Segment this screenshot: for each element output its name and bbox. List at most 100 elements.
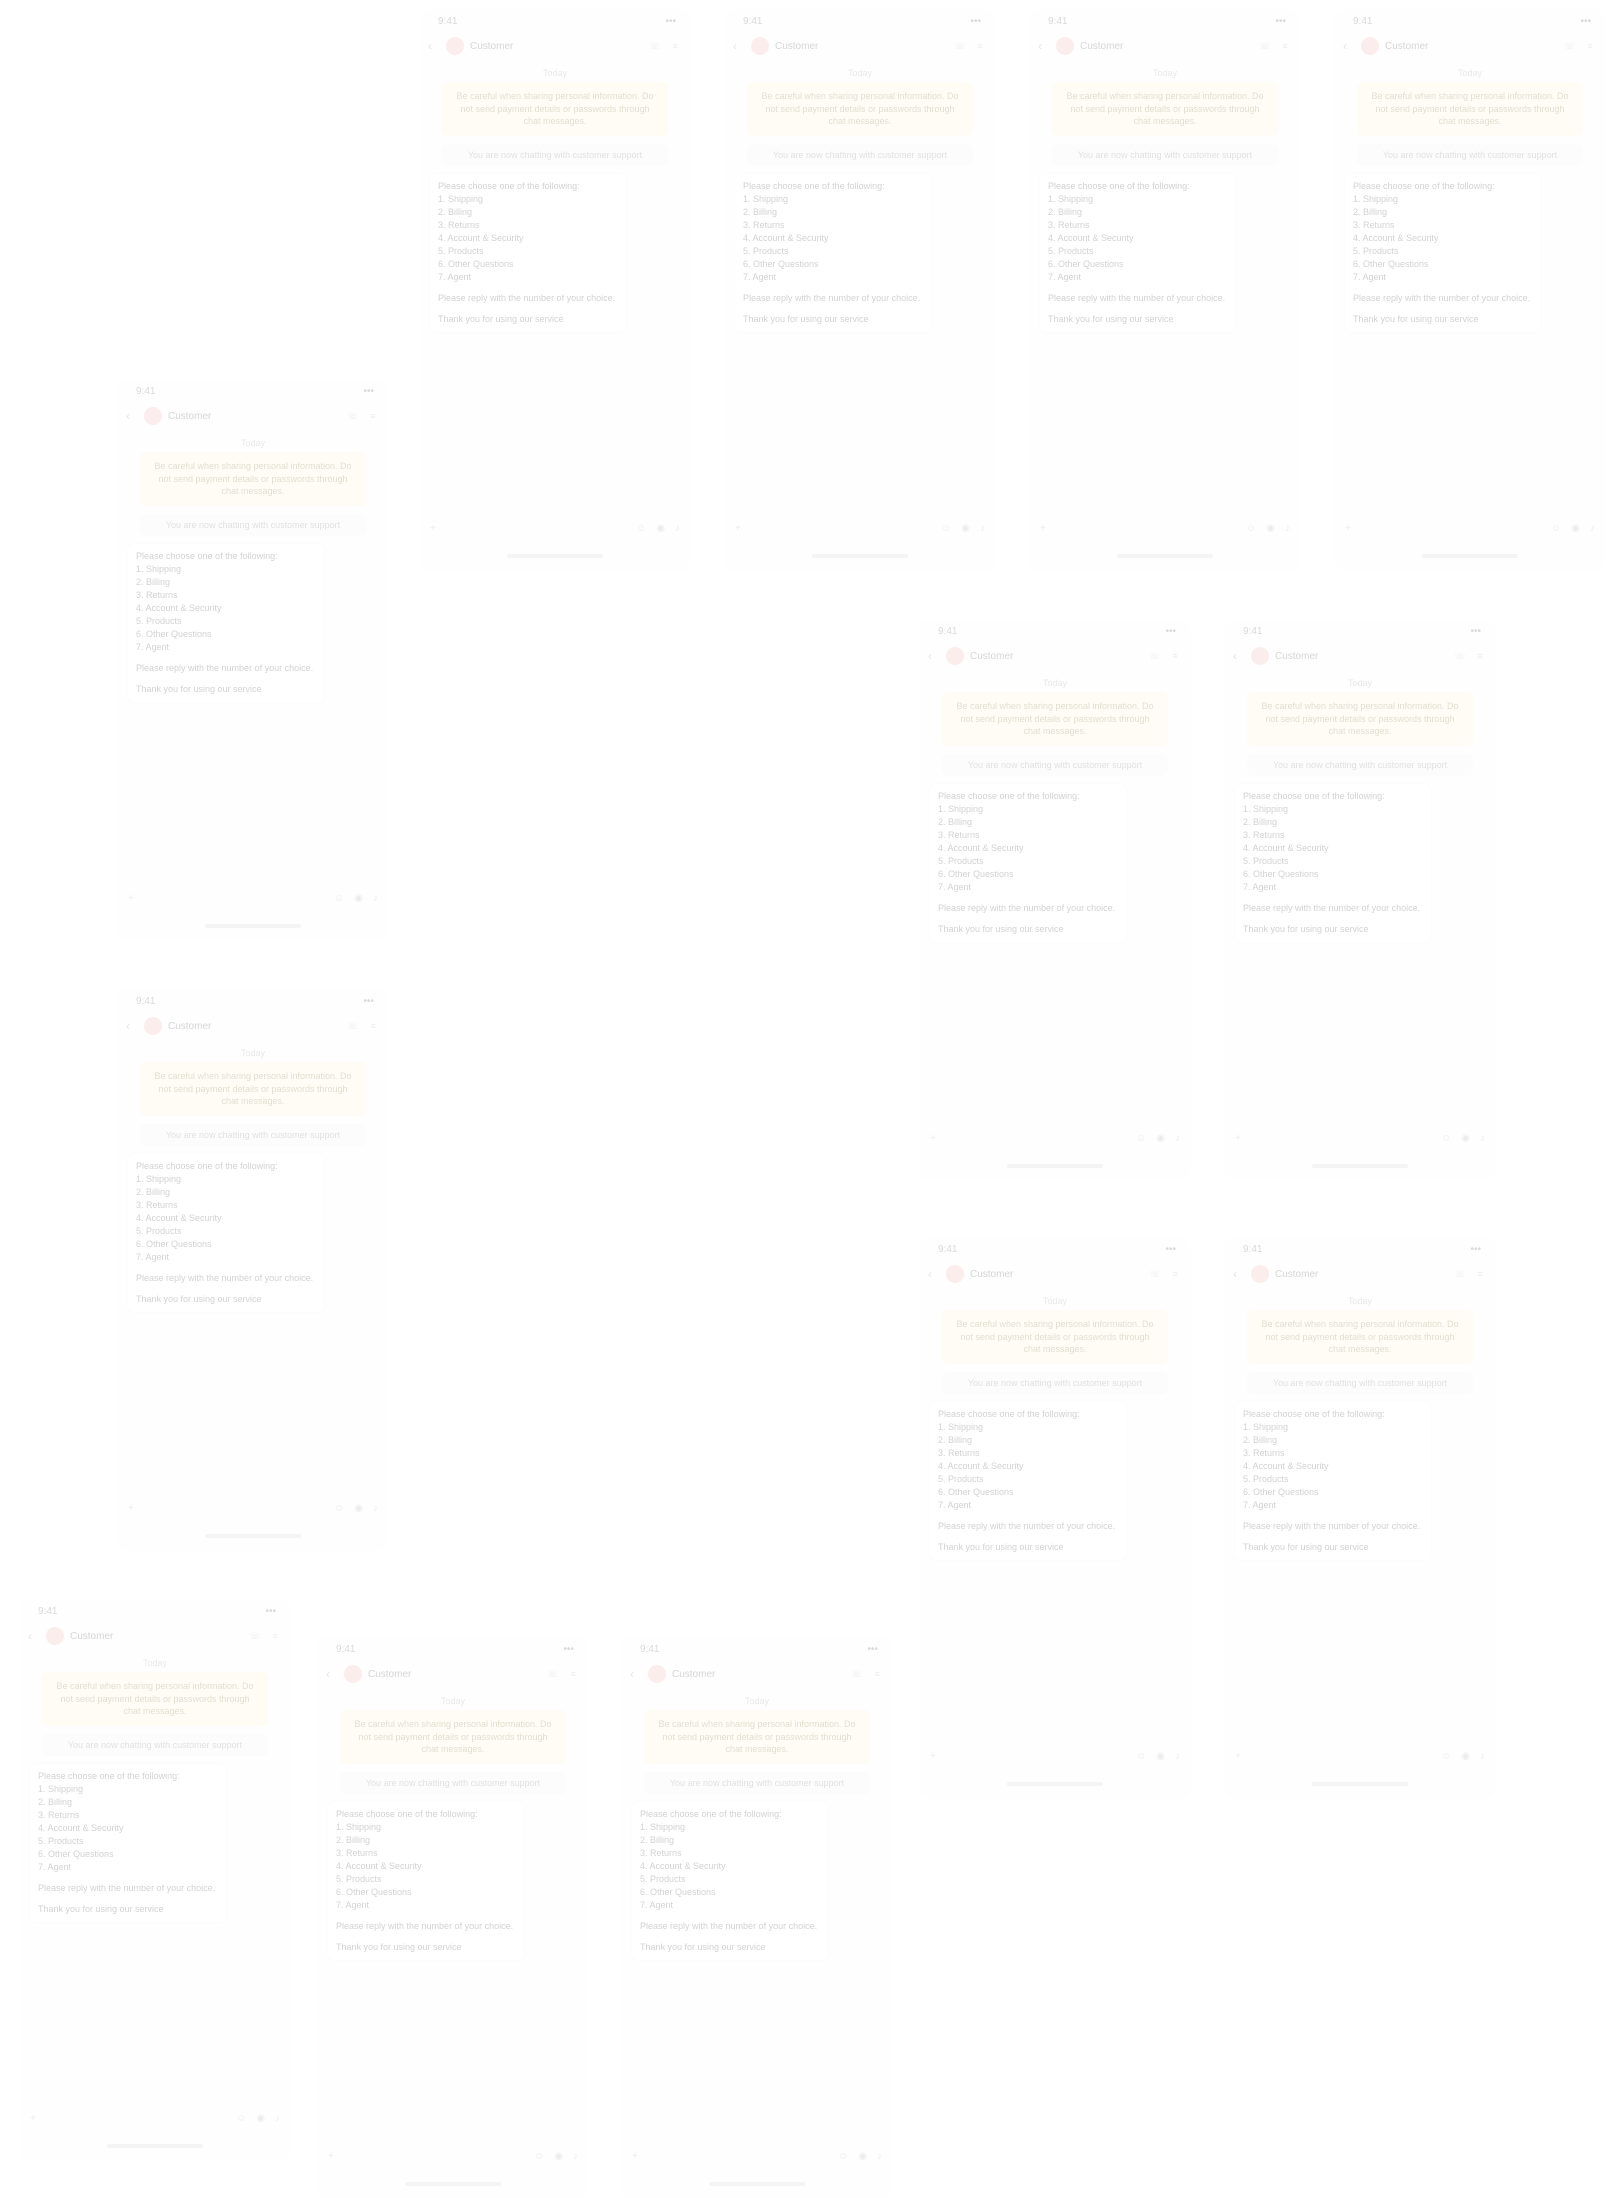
phone-icon[interactable]: ☏ [248,1631,262,1641]
plus-icon[interactable]: + [328,2151,334,2162]
contact-name[interactable]: Customer [970,1269,1142,1280]
message-list[interactable]: Today Be careful when sharing personal i… [622,1688,892,1964]
input-bar[interactable]: + ☺ ◉ ♪ [1225,1744,1495,1768]
message-list[interactable]: Today Be careful when sharing personal i… [118,1040,388,1316]
phone-icon[interactable]: ☏ [346,1021,360,1031]
input-bar[interactable]: + ☺ ◉ ♪ [1225,1126,1495,1150]
message-bubble[interactable]: Please choose one of the following: 1. S… [930,783,1126,943]
message-list[interactable]: Today Be careful when sharing personal i… [20,1650,290,1926]
contact-name[interactable]: Customer [1275,651,1447,662]
mic-icon[interactable]: ♪ [1590,523,1595,534]
plus-icon[interactable]: + [930,1751,936,1762]
plus-icon[interactable]: + [1345,523,1351,534]
contact-name[interactable]: Customer [1275,1269,1447,1280]
avatar[interactable] [648,1665,666,1683]
sticker-icon[interactable]: ☺ [334,1503,344,1514]
contact-name[interactable]: Customer [70,1631,242,1642]
plus-icon[interactable]: + [30,2113,36,2124]
mic-icon[interactable]: ♪ [675,523,680,534]
sticker-icon[interactable]: ☺ [1441,1133,1451,1144]
contact-name[interactable]: Customer [168,411,340,422]
back-arrow-icon[interactable]: ‹ [126,409,138,423]
message-list[interactable]: Today Be careful when sharing personal i… [318,1688,588,1964]
input-bar[interactable]: + ☺ ◉ ♪ [725,516,995,540]
contact-name[interactable]: Customer [1385,41,1557,52]
sticker-icon[interactable]: ☺ [1136,1751,1146,1762]
message-bubble[interactable]: Please choose one of the following: 1. S… [128,543,324,703]
message-bubble[interactable]: Please choose one of the following: 1. S… [1345,173,1541,333]
message-bubble[interactable]: Please choose one of the following: 1. S… [128,1153,324,1313]
avatar[interactable] [144,407,162,425]
back-arrow-icon[interactable]: ‹ [428,39,440,53]
message-list[interactable]: Today Be careful when sharing personal i… [1225,1288,1495,1564]
input-bar[interactable]: + ☺ ◉ ♪ [318,2144,588,2168]
back-arrow-icon[interactable]: ‹ [1233,1267,1245,1281]
avatar[interactable] [1251,1265,1269,1283]
back-arrow-icon[interactable]: ‹ [1038,39,1050,53]
menu-icon[interactable]: ≡ [1473,651,1487,661]
message-bubble[interactable]: Please choose one of the following: 1. S… [930,1401,1126,1561]
sticker-icon[interactable]: ☺ [636,523,646,534]
sticker-icon[interactable]: ☺ [334,893,344,904]
input-bar[interactable]: + ☺ ◉ ♪ [920,1126,1190,1150]
message-list[interactable]: Today Be careful when sharing personal i… [1030,60,1300,336]
menu-icon[interactable]: ≡ [870,1669,884,1679]
message-list[interactable]: Today Be careful when sharing personal i… [1225,670,1495,946]
back-arrow-icon[interactable]: ‹ [326,1667,338,1681]
plus-icon[interactable]: + [735,523,741,534]
contact-name[interactable]: Customer [775,41,947,52]
message-list[interactable]: Today Be careful when sharing personal i… [1335,60,1605,336]
avatar[interactable] [1056,37,1074,55]
message-bubble[interactable]: Please choose one of the following: 1. S… [735,173,931,333]
phone-icon[interactable]: ☏ [1453,651,1467,661]
message-bubble[interactable]: Please choose one of the following: 1. S… [1235,783,1431,943]
phone-icon[interactable]: ☏ [648,41,662,51]
back-arrow-icon[interactable]: ‹ [733,39,745,53]
menu-icon[interactable]: ≡ [1278,41,1292,51]
camera-icon[interactable]: ◉ [1461,1751,1470,1762]
phone-icon[interactable]: ☏ [546,1669,560,1679]
menu-icon[interactable]: ≡ [366,1021,380,1031]
contact-name[interactable]: Customer [1080,41,1252,52]
mic-icon[interactable]: ♪ [275,2113,280,2124]
phone-icon[interactable]: ☏ [1148,1269,1162,1279]
avatar[interactable] [144,1017,162,1035]
phone-icon[interactable]: ☏ [850,1669,864,1679]
menu-icon[interactable]: ≡ [1473,1269,1487,1279]
message-list[interactable]: Today Be careful when sharing personal i… [118,430,388,706]
message-list[interactable]: Today Be careful when sharing personal i… [920,1288,1190,1564]
back-arrow-icon[interactable]: ‹ [1233,649,1245,663]
camera-icon[interactable]: ◉ [656,523,665,534]
input-bar[interactable]: + ☺ ◉ ♪ [118,886,388,910]
mic-icon[interactable]: ♪ [1175,1751,1180,1762]
input-bar[interactable]: + ☺ ◉ ♪ [622,2144,892,2168]
message-list[interactable]: Today Be careful when sharing personal i… [725,60,995,336]
plus-icon[interactable]: + [930,1133,936,1144]
input-bar[interactable]: + ☺ ◉ ♪ [1030,516,1300,540]
contact-name[interactable]: Customer [970,651,1142,662]
avatar[interactable] [1251,647,1269,665]
input-bar[interactable]: + ☺ ◉ ♪ [420,516,690,540]
camera-icon[interactable]: ◉ [1461,1133,1470,1144]
menu-icon[interactable]: ≡ [1168,1269,1182,1279]
camera-icon[interactable]: ◉ [1156,1751,1165,1762]
mic-icon[interactable]: ♪ [980,523,985,534]
sticker-icon[interactable]: ☺ [1551,523,1561,534]
back-arrow-icon[interactable]: ‹ [928,1267,940,1281]
camera-icon[interactable]: ◉ [858,2151,867,2162]
phone-icon[interactable]: ☏ [1453,1269,1467,1279]
phone-icon[interactable]: ☏ [953,41,967,51]
phone-icon[interactable]: ☏ [1258,41,1272,51]
menu-icon[interactable]: ≡ [1168,651,1182,661]
avatar[interactable] [344,1665,362,1683]
back-arrow-icon[interactable]: ‹ [1343,39,1355,53]
camera-icon[interactable]: ◉ [256,2113,265,2124]
message-bubble[interactable]: Please choose one of the following: 1. S… [1040,173,1236,333]
message-bubble[interactable]: Please choose one of the following: 1. S… [30,1763,226,1923]
message-bubble[interactable]: Please choose one of the following: 1. S… [1235,1401,1431,1561]
mic-icon[interactable]: ♪ [1480,1751,1485,1762]
back-arrow-icon[interactable]: ‹ [28,1629,40,1643]
back-arrow-icon[interactable]: ‹ [928,649,940,663]
avatar[interactable] [946,647,964,665]
mic-icon[interactable]: ♪ [1285,523,1290,534]
